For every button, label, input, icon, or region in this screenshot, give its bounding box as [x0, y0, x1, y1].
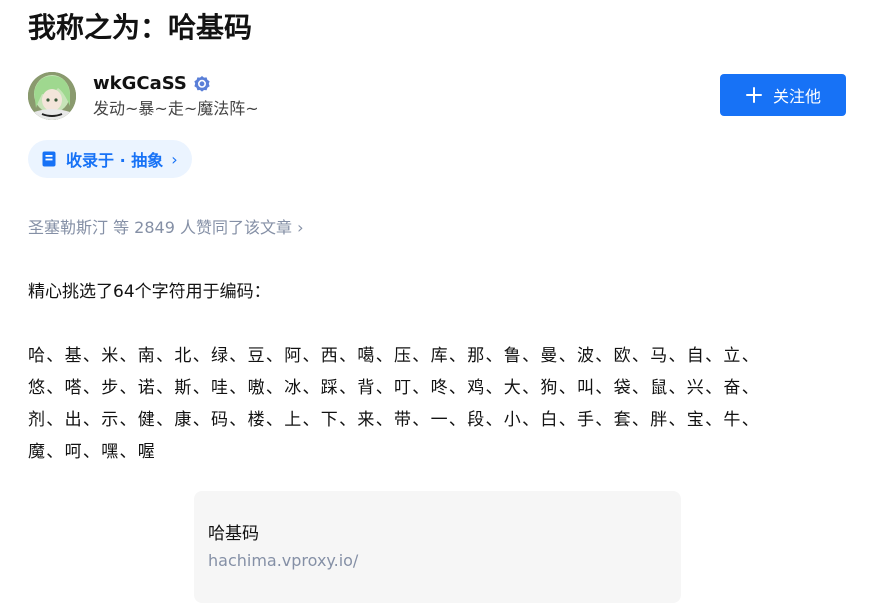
- follow-button[interactable]: 关注他: [720, 74, 846, 116]
- author-header: wkGCaSS 发动~暴~走~魔法阵~: [28, 70, 259, 122]
- avatar[interactable]: [28, 72, 76, 120]
- collection-tag[interactable]: 收录于 · 抽象 ›: [28, 140, 192, 178]
- author-bio: 发动~暴~走~魔法阵~: [93, 98, 259, 118]
- author-info: wkGCaSS 发动~暴~走~魔法阵~: [93, 72, 259, 121]
- plus-icon: [745, 86, 763, 104]
- verified-badge-icon: [193, 75, 211, 93]
- author-name[interactable]: wkGCaSS: [93, 72, 187, 96]
- follow-button-label: 关注他: [772, 89, 821, 106]
- author-name-row: wkGCaSS: [93, 72, 259, 96]
- character-line: 哈、基、米、南、北、绿、豆、阿、西、噶、压、库、那、鲁、曼、波、欧、马、自、立、: [28, 346, 760, 366]
- article-title: 我称之为：哈基码: [28, 11, 253, 44]
- intro-paragraph: 精心挑选了64个字符用于编码：: [28, 282, 271, 302]
- article-page: 我称之为：哈基码 wkGCaSS 发动~暴~走~魔法阵~ 关注他 收录于 · 抽…: [0, 0, 870, 615]
- link-card-title: 哈基码: [208, 524, 259, 544]
- link-card[interactable]: 哈基码 hachima.vproxy.io/: [194, 491, 681, 603]
- character-line: 悠、嗒、步、诺、斯、哇、嗷、冰、踩、背、叮、咚、鸡、大、狗、叫、袋、鼠、兴、奋、: [28, 378, 760, 398]
- character-list: 哈、基、米、南、北、绿、豆、阿、西、噶、压、库、那、鲁、曼、波、欧、马、自、立、…: [28, 340, 828, 468]
- collection-label: 收录于 · 抽象: [66, 151, 164, 170]
- book-icon: [40, 150, 58, 168]
- character-line: 剂、出、示、健、康、码、楼、上、下、来、带、一、段、小、白、手、套、胖、宝、牛、: [28, 410, 760, 430]
- likes-summary[interactable]: 圣塞勒斯汀 等 2849 人赞同了该文章 ›: [28, 216, 303, 240]
- avatar-image: [28, 72, 76, 120]
- chevron-right-icon: ›: [171, 149, 178, 169]
- character-line: 魔、呵、嘿、喔: [28, 442, 157, 462]
- link-card-url: hachima.vproxy.io/: [208, 551, 359, 570]
